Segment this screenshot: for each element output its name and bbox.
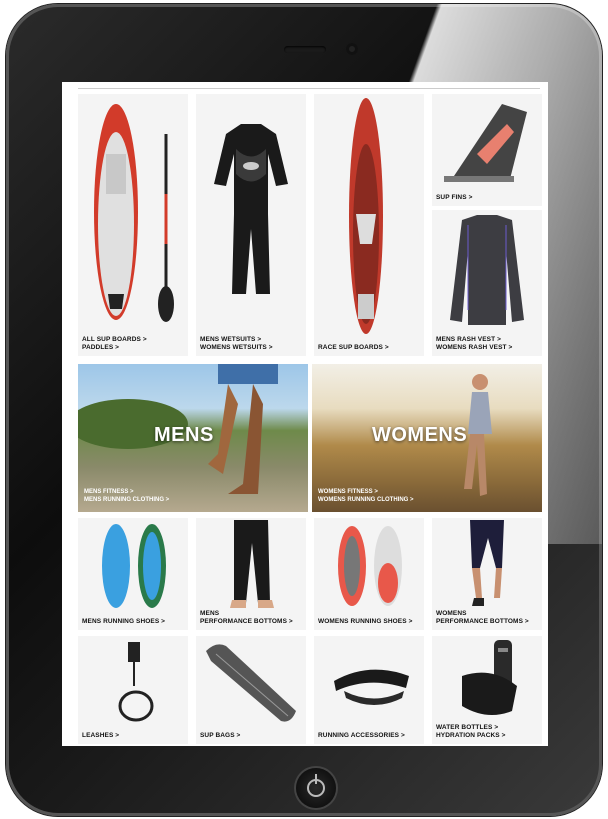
tile-sup-boards[interactable]: ALL SUP BOARDS > PADDLES > (78, 94, 188, 356)
speaker-grille (284, 46, 326, 53)
banner-mens-links: MENS FITNESS > MENS RUNNING CLOTHING > (84, 488, 169, 504)
link-mens-performance-bottoms[interactable]: PERFORMANCE BOTTOMS > (200, 618, 293, 626)
divider (78, 88, 540, 89)
sup-board-image (94, 104, 174, 322)
caption-leashes: LEASHES > (82, 732, 119, 740)
link-womens-running-clothing[interactable]: WOMENS RUNNING CLOTHING > (318, 496, 414, 504)
link-mens-rash-vest[interactable]: MENS RASH VEST > (436, 336, 512, 344)
link-race-sup-boards[interactable]: RACE SUP BOARDS > (318, 344, 389, 352)
womens-shoes-image (338, 526, 402, 606)
link-womens-performance-bottoms[interactable]: PERFORMANCE BOTTOMS > (436, 618, 529, 626)
tile-water-bottles[interactable]: WATER BOTTLES > HYDRATION PACKS > (432, 636, 542, 744)
sup-bag-image (206, 644, 296, 722)
link-womens-wetsuits[interactable]: WOMENS WETSUITS > (200, 344, 273, 352)
rash-vest-image (450, 215, 524, 325)
tile-womens-bottoms[interactable]: WOMENS PERFORMANCE BOTTOMS > (432, 518, 542, 630)
home-button[interactable] (296, 768, 336, 808)
link-mens-label[interactable]: MENS (200, 610, 293, 618)
link-paddles[interactable]: PADDLES > (82, 344, 147, 352)
tile-race-boards[interactable]: RACE SUP BOARDS > (314, 94, 424, 356)
tile-leashes[interactable]: LEASHES > (78, 636, 188, 744)
tile-womens-shoes[interactable]: WOMENS RUNNING SHOES > (314, 518, 424, 630)
link-womens-fitness[interactable]: WOMENS FITNESS > (318, 488, 414, 496)
front-camera (346, 43, 358, 55)
link-womens-running-shoes[interactable]: WOMENS RUNNING SHOES > (318, 618, 412, 626)
link-mens-wetsuits[interactable]: MENS WETSUITS > (200, 336, 273, 344)
caption-sup-fins: SUP FINS > (436, 194, 472, 202)
sup-fin-image (444, 104, 527, 182)
caption-womens-bottoms: WOMENS PERFORMANCE BOTTOMS > (436, 610, 529, 626)
caption-wetsuits: MENS WETSUITS > WOMENS WETSUITS > (200, 336, 273, 352)
link-mens-running-shoes[interactable]: MENS RUNNING SHOES > (82, 618, 165, 626)
tile-sup-fins[interactable]: SUP FINS > (432, 94, 542, 206)
link-mens-running-clothing[interactable]: MENS RUNNING CLOTHING > (84, 496, 169, 504)
race-board-image (349, 98, 383, 334)
link-womens-rash-vest[interactable]: WOMENS RASH VEST > (436, 344, 512, 352)
visor-image (334, 669, 409, 705)
wetsuit-image (214, 124, 288, 294)
link-sup-fins[interactable]: SUP FINS > (436, 194, 472, 202)
caption-sup-bags: SUP BAGS > (200, 732, 240, 740)
tile-sup-bags[interactable]: SUP BAGS > (196, 636, 306, 744)
tile-rash-vests[interactable]: MENS RASH VEST > WOMENS RASH VEST > (432, 210, 542, 356)
link-mens-fitness[interactable]: MENS FITNESS > (84, 488, 169, 496)
tile-running-accessories[interactable]: RUNNING ACCESSORIES > (314, 636, 424, 744)
link-hydration-packs[interactable]: HYDRATION PACKS > (436, 732, 506, 740)
link-all-sup-boards[interactable]: ALL SUP BOARDS > (82, 336, 147, 344)
water-bottle-image (462, 640, 517, 715)
banner-womens[interactable]: WOMENS WOMENS FITNESS > WOMENS RUNNING C… (312, 364, 542, 512)
tile-wetsuits[interactable]: MENS WETSUITS > WOMENS WETSUITS > (196, 94, 306, 356)
womens-bottoms-image (470, 520, 504, 606)
link-womens-label[interactable]: WOMENS (436, 610, 529, 618)
banner-mens-title: MENS (154, 424, 214, 446)
mens-shoes-image (102, 524, 166, 608)
caption-mens-bottoms: MENS PERFORMANCE BOTTOMS > (200, 610, 293, 626)
tablet-screen: ALL SUP BOARDS > PADDLES > MENS WETSUITS… (62, 82, 548, 746)
leash-image (118, 642, 154, 722)
caption-water-bottles: WATER BOTTLES > HYDRATION PACKS > (436, 724, 506, 740)
caption-womens-shoes: WOMENS RUNNING SHOES > (318, 618, 412, 626)
caption-sup-boards: ALL SUP BOARDS > PADDLES > (82, 336, 147, 352)
caption-mens-shoes: MENS RUNNING SHOES > (82, 618, 165, 626)
mens-bottoms-image (230, 520, 274, 608)
link-leashes[interactable]: LEASHES > (82, 732, 119, 740)
tile-mens-bottoms[interactable]: MENS PERFORMANCE BOTTOMS > (196, 518, 306, 630)
tile-mens-shoes[interactable]: MENS RUNNING SHOES > (78, 518, 188, 630)
caption-race-boards: RACE SUP BOARDS > (318, 344, 389, 352)
banner-womens-links: WOMENS FITNESS > WOMENS RUNNING CLOTHING… (318, 488, 414, 504)
banner-mens[interactable]: MENS MENS FITNESS > MENS RUNNING CLOTHIN… (78, 364, 308, 512)
link-running-accessories[interactable]: RUNNING ACCESSORIES > (318, 732, 405, 740)
link-sup-bags[interactable]: SUP BAGS > (200, 732, 240, 740)
banner-womens-title: WOMENS (372, 424, 468, 446)
caption-running-accessories: RUNNING ACCESSORIES > (318, 732, 405, 740)
link-water-bottles[interactable]: WATER BOTTLES > (436, 724, 506, 732)
caption-rash-vests: MENS RASH VEST > WOMENS RASH VEST > (436, 336, 512, 352)
